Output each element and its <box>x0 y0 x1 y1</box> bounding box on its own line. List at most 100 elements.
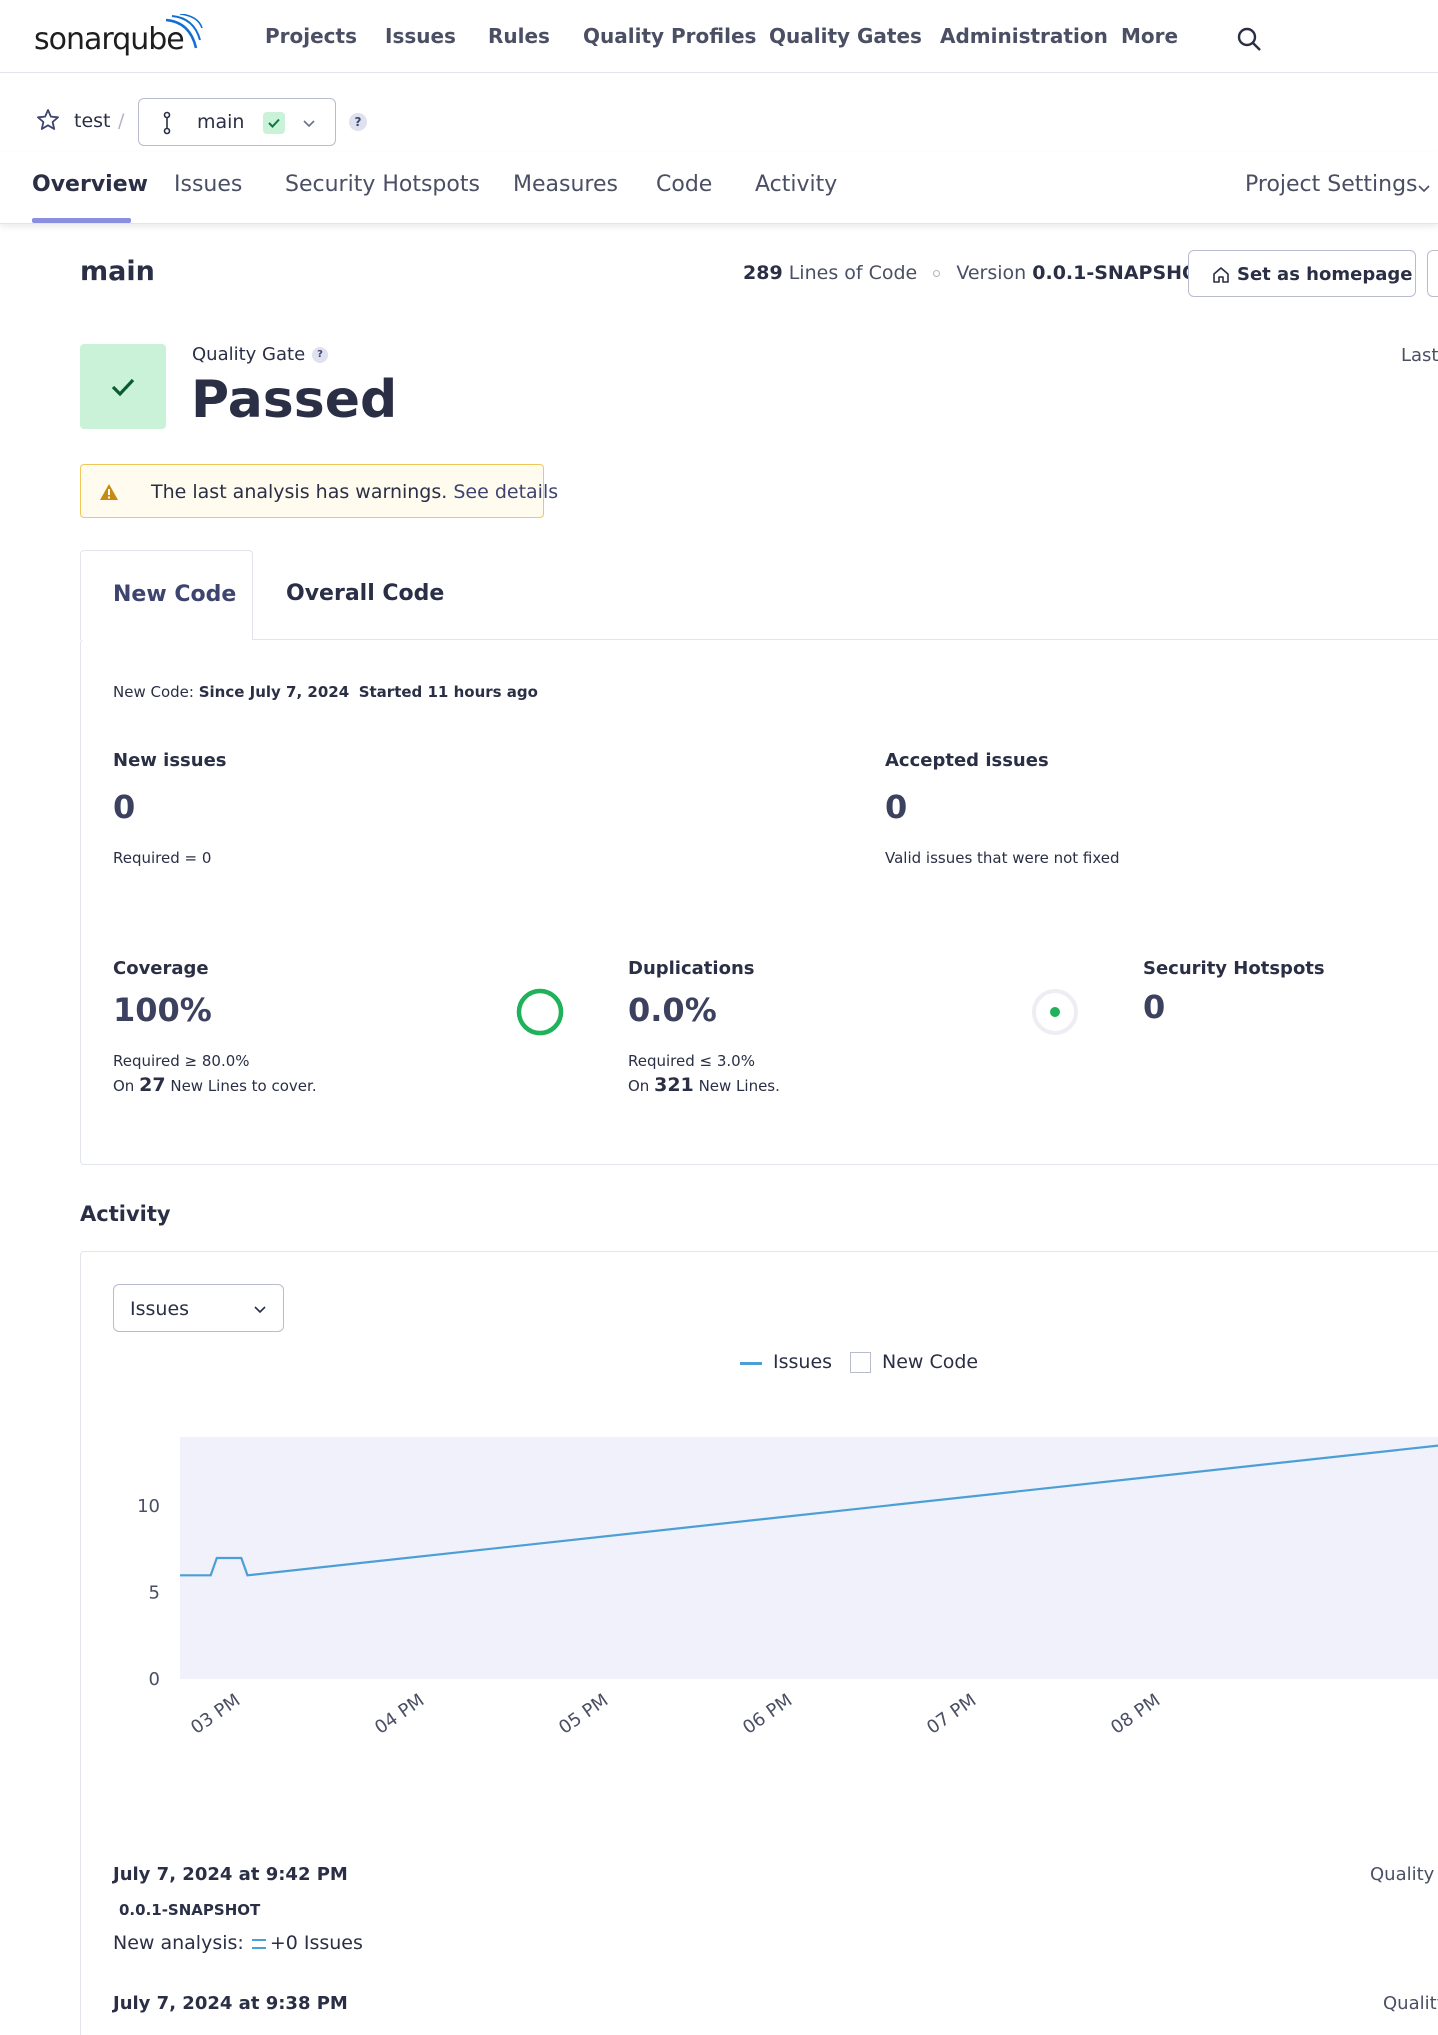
tab-code[interactable]: Code <box>656 172 712 197</box>
duplications-required: Required ≤ 3.0% <box>628 1052 755 1070</box>
more-actions-button[interactable] <box>1427 250 1438 297</box>
coverage-required: Required ≥ 80.0% <box>113 1052 250 1070</box>
quality-gate-status: Passed <box>191 370 398 430</box>
activity-title: Activity <box>80 1202 171 1226</box>
breadcrumb-separator: / <box>118 110 125 132</box>
legend-issues-label: Issues <box>773 1351 833 1373</box>
branch-selector[interactable]: main <box>138 98 336 146</box>
coverage-donut-icon <box>516 988 564 1036</box>
duplications-on: On <box>628 1077 650 1095</box>
coverage-lines-label: New Lines to cover. <box>170 1077 317 1095</box>
accepted-issues-label: Accepted issues <box>885 750 1049 771</box>
duplications-lines-label: New Lines. <box>698 1077 780 1095</box>
see-details-link[interactable]: See details <box>453 481 558 503</box>
security-hotspots-value[interactable]: 0 <box>1143 988 1165 1026</box>
coverage-lines-count[interactable]: 27 <box>139 1074 165 1096</box>
event-version-badge: 0.0.1-SNAPSHOT <box>113 1899 267 1921</box>
event-quality-gate: Quality <box>1383 1993 1438 2014</box>
tab-measures[interactable]: Measures <box>513 172 618 197</box>
new-issues-required: Required = 0 <box>113 849 212 867</box>
warning-message: The last analysis has warnings. See deta… <box>151 481 558 503</box>
chart-plot-area <box>180 1437 1438 1679</box>
tab-overview[interactable]: Overview <box>32 172 148 197</box>
new-code-period: New Code: Since July 7, 2024 Started 11 … <box>113 683 538 701</box>
sonarqube-waves-icon <box>165 14 203 49</box>
check-icon <box>268 118 280 128</box>
project-tabs: Overview Issues Security Hotspots Measur… <box>0 152 1438 224</box>
tab-new-code[interactable]: New Code <box>80 550 253 640</box>
meta-separator <box>933 270 941 277</box>
nav-issues[interactable]: Issues <box>385 24 456 48</box>
legend-new-code-label: New Code <box>882 1351 979 1373</box>
help-icon[interactable]: ? <box>312 347 328 363</box>
x-tick-label: 07 PM <box>923 1690 980 1739</box>
nav-projects[interactable]: Projects <box>265 24 357 48</box>
event-quality-gate: Quality <box>1370 1864 1435 1885</box>
nav-quality-profiles[interactable]: Quality Profiles <box>583 24 756 48</box>
x-tick-label: 08 PM <box>1107 1690 1164 1739</box>
duplications-value[interactable]: 0.0% <box>628 991 717 1029</box>
x-tick-label: 04 PM <box>371 1690 428 1739</box>
tab-activity[interactable]: Activity <box>755 172 837 197</box>
coverage-value[interactable]: 100% <box>113 991 212 1029</box>
tab-overall-code[interactable]: Overall Code <box>286 581 444 606</box>
x-tick-label: 05 PM <box>555 1690 612 1739</box>
duplications-lines-count[interactable]: 321 <box>654 1074 694 1096</box>
version-label: Version <box>956 262 1027 284</box>
x-tick-label: 06 PM <box>739 1690 796 1739</box>
top-navigation: sonarqube Projects Issues Rules Quality … <box>0 0 1438 73</box>
quality-gate-label: Quality Gate <box>192 344 306 365</box>
project-settings-menu[interactable]: Project Settings <box>1245 172 1418 197</box>
new-code-since: Since July 7, 2024 <box>198 683 350 701</box>
event-date: July 7, 2024 at 9:38 PM <box>113 1993 348 2014</box>
chevron-down-icon <box>1418 185 1430 193</box>
activity-metric-value: Issues <box>130 1298 190 1320</box>
new-issues-label: New issues <box>113 750 227 771</box>
legend-new-code-swatch <box>850 1352 871 1373</box>
loc-value: 289 <box>743 262 783 284</box>
event-analysis-label: New analysis: <box>113 1932 244 1954</box>
nav-more[interactable]: More <box>1121 24 1178 48</box>
help-icon[interactable]: ? <box>349 113 367 131</box>
project-name[interactable]: test <box>74 110 111 132</box>
active-tab-indicator <box>32 218 131 223</box>
coverage-label: Coverage <box>113 958 209 979</box>
last-analysis-label: Last <box>1401 345 1438 366</box>
set-homepage-button[interactable]: Set as homepage <box>1188 250 1416 297</box>
accepted-issues-value[interactable]: 0 <box>885 788 907 826</box>
tab-new-code-label: New Code <box>113 582 237 607</box>
legend-issues-swatch <box>740 1362 762 1365</box>
new-code-started: Started 11 hours ago <box>358 683 538 701</box>
nav-administration[interactable]: Administration <box>940 24 1108 48</box>
security-hotspots-label: Security Hotspots <box>1143 958 1325 979</box>
issues-line-chart: 0 5 10 03 PM 04 PM 05 PM 06 PM 07 PM 08 PM <box>137 1437 1438 1739</box>
check-icon <box>111 378 135 397</box>
analysis-warning-banner: The last analysis has warnings. See deta… <box>80 464 558 518</box>
x-tick-label: 03 PM <box>187 1690 244 1739</box>
chevron-down-icon <box>303 120 315 128</box>
home-icon <box>1213 267 1229 283</box>
y-tick-label: 10 <box>137 1496 160 1517</box>
coverage-on: On <box>113 1077 135 1095</box>
search-icon[interactable] <box>1236 26 1262 52</box>
tab-issues[interactable]: Issues <box>174 172 242 197</box>
new-issues-value[interactable]: 0 <box>113 788 135 826</box>
quality-gate-status-icon <box>80 344 166 429</box>
activity-metric-select[interactable]: Issues <box>113 1284 284 1332</box>
duplications-bubble-icon <box>1032 989 1078 1035</box>
new-code-prefix: New Code: <box>113 683 194 701</box>
tab-security-hotspots[interactable]: Security Hotspots <box>285 172 480 197</box>
duplications-lines: On 321 New Lines. <box>628 1074 780 1096</box>
nav-rules[interactable]: Rules <box>488 24 550 48</box>
project-meta: 289 Lines of Code Version 0.0.1-SNAPSHOT <box>743 262 1244 284</box>
breadcrumb: test / main ? <box>36 98 1436 146</box>
warning-text: The last analysis has warnings. <box>151 481 448 503</box>
version-value: 0.0.1-SNAPSHOT <box>1032 262 1212 284</box>
chevron-down-icon <box>254 1306 266 1314</box>
nav-quality-gates[interactable]: Quality Gates <box>769 24 922 48</box>
branch-name: main <box>197 111 245 133</box>
warning-icon <box>100 484 118 500</box>
accepted-issues-description: Valid issues that were not fixed <box>885 849 1120 867</box>
star-icon[interactable] <box>36 108 60 132</box>
event-analysis: New analysis: +0 Issues <box>113 1932 363 1954</box>
